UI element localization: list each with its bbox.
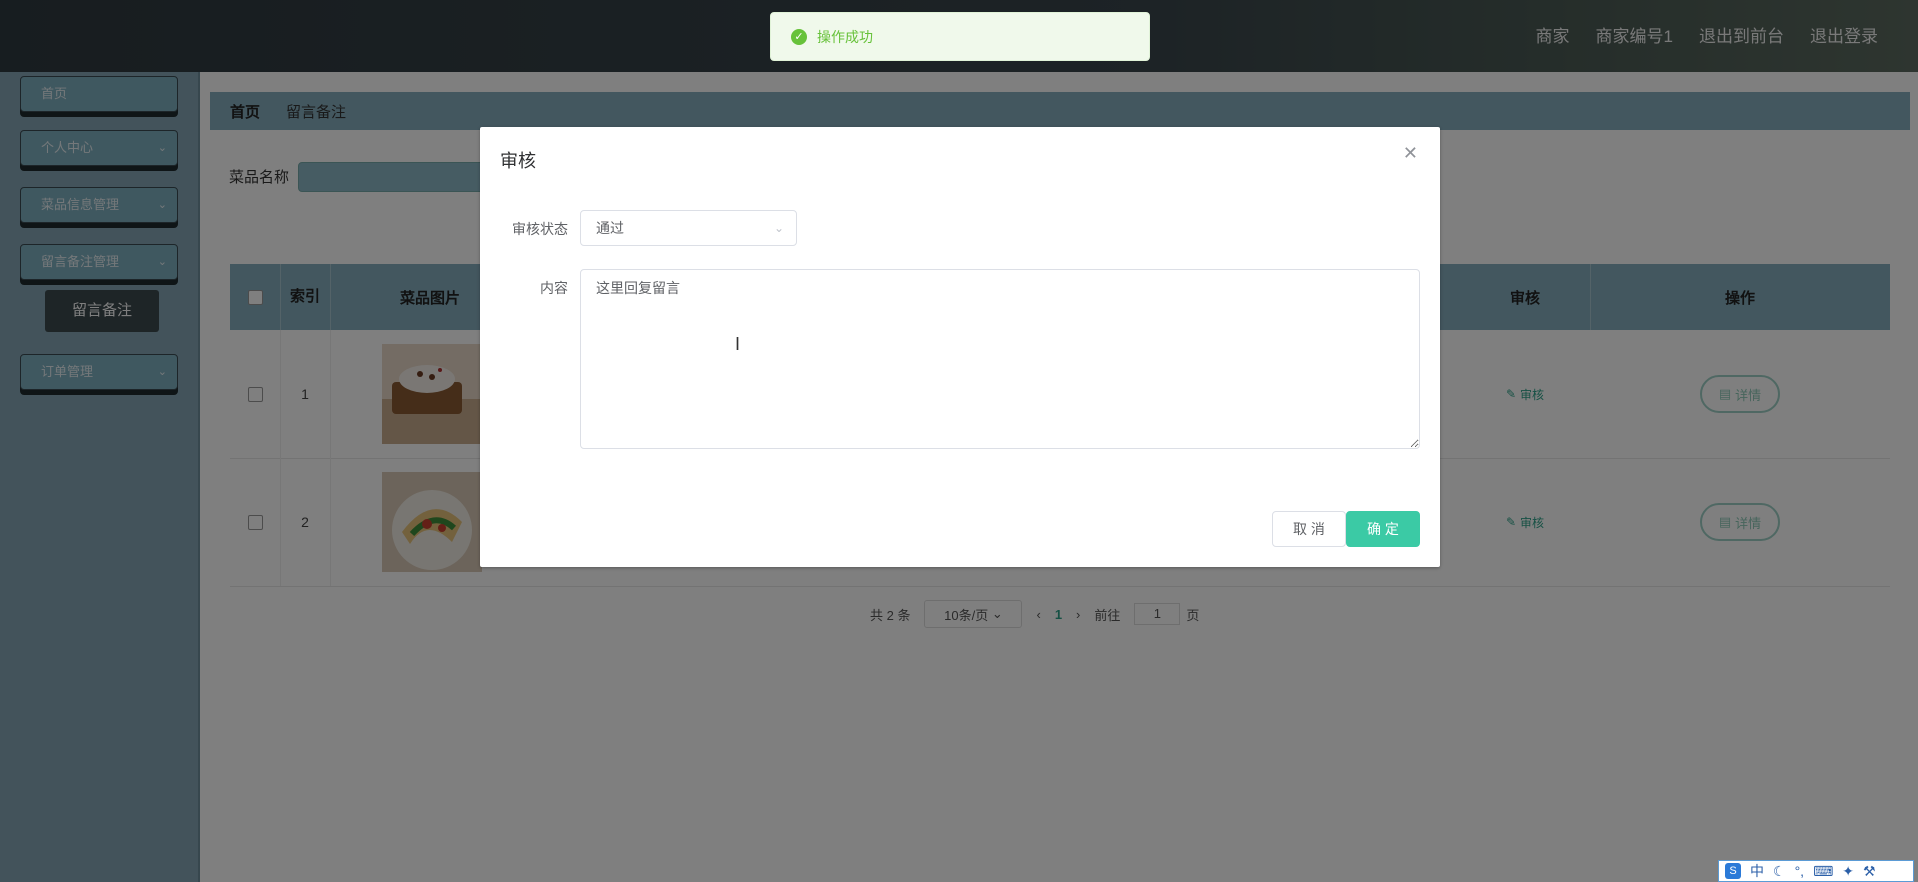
cancel-button[interactable]: 取 消	[1272, 511, 1346, 547]
confirm-button[interactable]: 确 定	[1346, 511, 1420, 547]
text-cursor-icon: I	[735, 334, 741, 354]
toast-message: 操作成功	[817, 28, 873, 45]
wrench-icon[interactable]: ⚒	[1863, 863, 1876, 880]
content-textarea[interactable]: 这里回复留言	[580, 269, 1420, 449]
ime-language-toggle[interactable]: 中	[1750, 861, 1764, 881]
status-label: 审核状态	[512, 221, 568, 237]
audit-status-value: 通过	[596, 220, 624, 236]
check-circle-icon: ✓	[791, 28, 807, 45]
moon-icon[interactable]: ☾	[1773, 863, 1786, 880]
ime-logo-icon[interactable]: S	[1725, 863, 1741, 879]
close-icon[interactable]: ✕	[1403, 143, 1418, 164]
punctuation-icon[interactable]: °,	[1795, 863, 1805, 879]
keyboard-icon[interactable]: ⌨	[1813, 863, 1833, 880]
ime-toolbar: S 中 ☾ °, ⌨ ✦ ⚒	[1718, 860, 1914, 882]
audit-status-select[interactable]: 通过 ⌄	[580, 210, 797, 246]
content-label: 内容	[540, 280, 568, 296]
dialog-title: 审核	[500, 151, 536, 171]
audit-dialog: 审核 ✕ 审核状态 通过 ⌄ 内容 这里回复留言 I 取 消 确 定	[480, 127, 1440, 567]
toolbox-icon[interactable]: ✦	[1842, 863, 1854, 880]
chevron-down-icon: ⌄	[773, 221, 784, 235]
success-toast: ✓ 操作成功	[770, 12, 1150, 61]
